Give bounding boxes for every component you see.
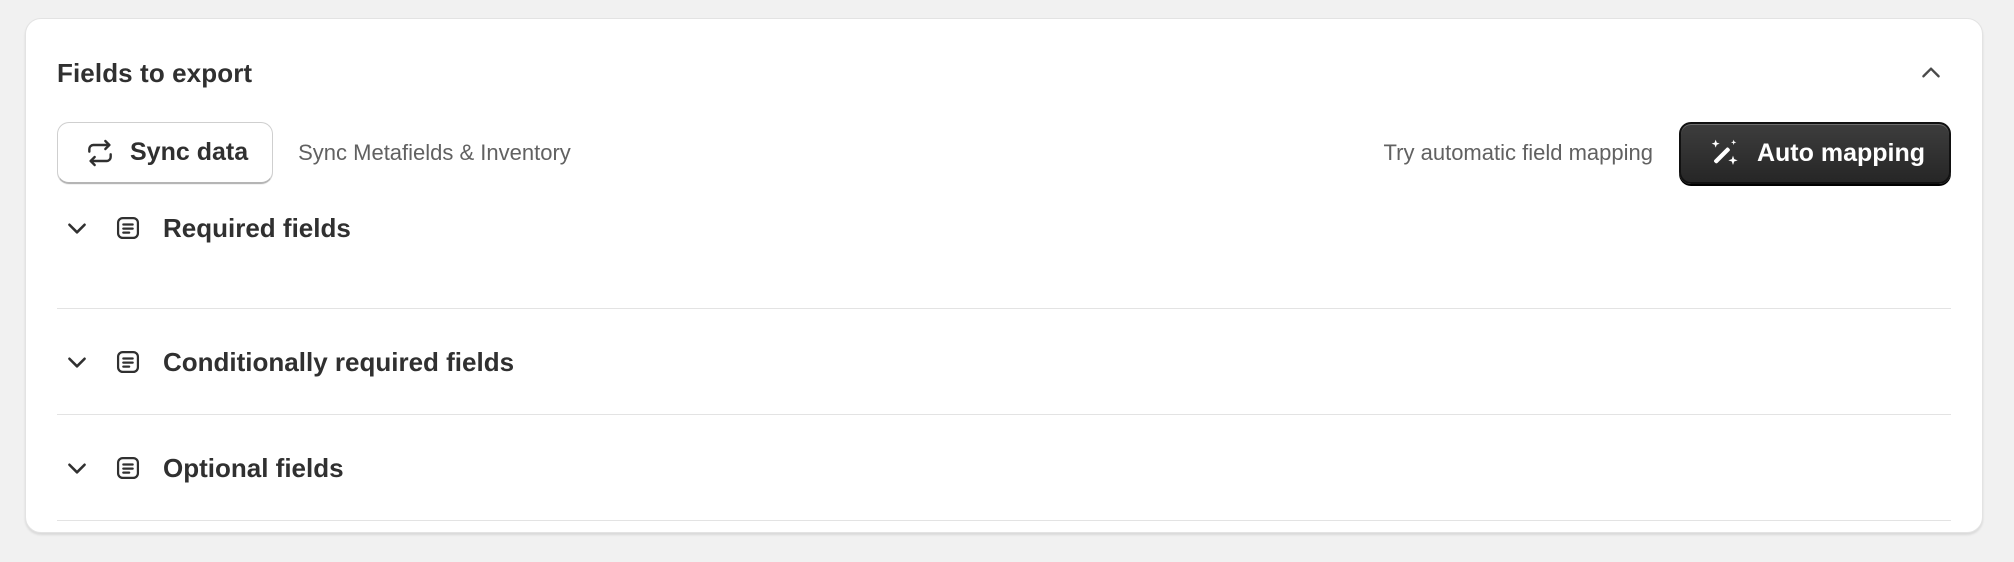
auto-mapping-button[interactable]: Auto mapping bbox=[1678, 122, 1951, 184]
toolbar-left: Sync data Sync Metafields & Inventory bbox=[57, 122, 571, 184]
chevron-down-icon bbox=[68, 463, 86, 474]
expand-toggle[interactable] bbox=[63, 454, 91, 482]
expand-toggle[interactable] bbox=[63, 214, 91, 242]
field-sections: Required fields Conditionally required f… bbox=[57, 203, 1951, 521]
fields-to-export-card: Fields to export Sync data Sync Metafiel… bbox=[25, 18, 1983, 533]
toolbar-right: Try automatic field mapping Auto mapping bbox=[1384, 122, 1951, 184]
list-document-icon bbox=[114, 454, 142, 482]
section-optional-fields[interactable]: Optional fields bbox=[57, 415, 1951, 521]
section-required-fields[interactable]: Required fields bbox=[57, 203, 1951, 309]
sync-arrows-icon bbox=[88, 139, 112, 166]
section-conditionally-required-fields[interactable]: Conditionally required fields bbox=[57, 309, 1951, 415]
toolbar: Sync data Sync Metafields & Inventory Tr… bbox=[57, 122, 1951, 184]
sync-data-button[interactable]: Sync data bbox=[57, 122, 274, 184]
list-document-icon bbox=[114, 214, 142, 242]
magic-wand-icon bbox=[1711, 139, 1738, 165]
sync-data-button-label: Sync data bbox=[130, 138, 249, 166]
sync-note: Sync Metafields & Inventory bbox=[298, 140, 571, 165]
chevron-up-icon bbox=[1922, 67, 1940, 78]
card-header: Fields to export bbox=[57, 53, 1951, 93]
section-header: Optional fields bbox=[57, 443, 344, 493]
section-header: Required fields bbox=[57, 203, 351, 253]
section-label: Optional fields bbox=[163, 452, 344, 483]
chevron-down-icon bbox=[68, 223, 86, 234]
list-document-icon bbox=[114, 348, 142, 376]
auto-mapping-button-label: Auto mapping bbox=[1756, 138, 1925, 167]
section-header: Conditionally required fields bbox=[57, 337, 514, 387]
section-label: Conditionally required fields bbox=[163, 346, 515, 377]
card-title: Fields to export bbox=[57, 57, 253, 88]
auto-mapping-note: Try automatic field mapping bbox=[1383, 140, 1653, 165]
section-label: Required fields bbox=[163, 212, 351, 243]
expand-toggle[interactable] bbox=[63, 348, 91, 376]
chevron-down-icon bbox=[68, 357, 86, 368]
collapse-button[interactable] bbox=[1911, 53, 1951, 93]
